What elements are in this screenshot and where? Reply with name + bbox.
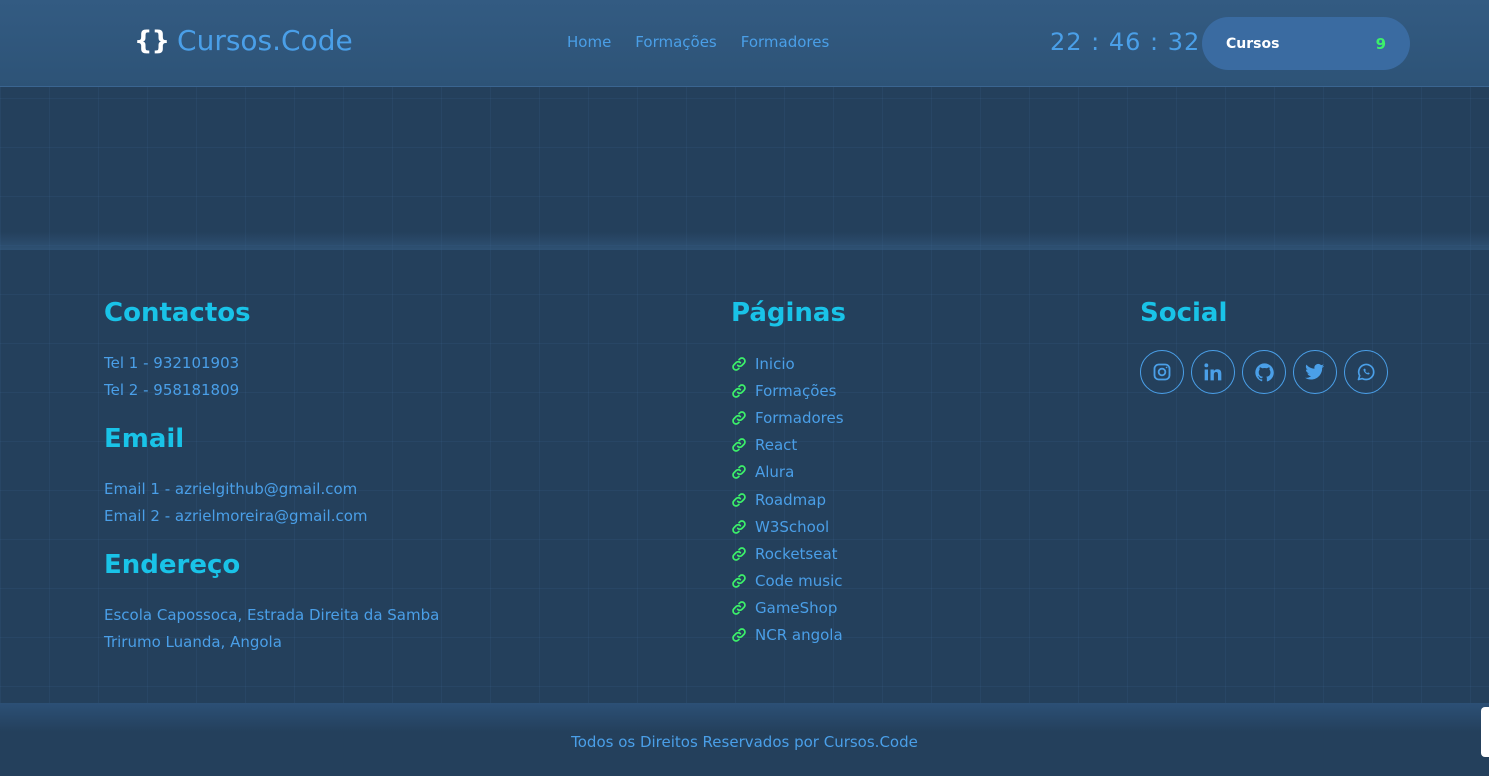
main-nav: Home Formações Formadores [567,33,829,51]
address-line-2: Trirumo Luanda, Angola [104,633,282,651]
copyright-text: Todos os Direitos Reservados por Cursos.… [571,733,918,751]
cursos-button[interactable]: Cursos 9 [1202,17,1410,70]
social-heading: Social [1140,298,1228,328]
cursos-button-label: Cursos [1226,35,1280,52]
link-icon [732,411,746,425]
phone-2: Tel 2 - 958181809 [104,381,240,399]
link-icon [732,519,746,534]
link-icon [732,492,746,507]
github-button[interactable] [1242,350,1286,394]
email-heading: Email [104,424,185,454]
footer-bar: Todos os Direitos Reservados por Cursos.… [0,703,1489,776]
contacts-column: Contactos Tel 1 - 932101903 Tel 2 - 9581… [104,298,439,656]
nav-formacoes[interactable]: Formações [635,33,716,51]
link-icon [732,383,746,398]
linkedin-icon [1204,363,1222,381]
page-link-label: W3School [755,517,830,536]
link-icon [732,356,746,371]
page-link-label: NCR angola [755,626,843,645]
social-column: Social [1140,298,1388,394]
instagram-icon [1153,363,1171,381]
address-line-1: Escola Capossoca, Estrada Direita da Sam… [104,606,440,624]
pages-column: Páginas Inicio Formações Formadores React Al… [731,298,846,649]
page-link-item[interactable]: Roadmap [731,486,846,513]
page-link-item[interactable]: Code music [731,568,846,595]
github-icon [1254,362,1274,381]
page-link-item[interactable]: NCR angola [731,622,846,649]
page-link-item[interactable]: Inicio [731,350,846,377]
page-link-label: React [755,436,798,455]
section-divider [0,232,1489,250]
page-links-list: Inicio Formações Formadores React Alura Roadm… [731,350,846,649]
link-icon [732,628,746,643]
page-link-item[interactable]: Alura [731,459,846,486]
digital-clock: 22 : 46 : 32 [1050,28,1201,56]
link-icon [732,465,746,480]
link-icon [732,547,746,561]
page-link-label: Alura [755,463,795,482]
whatsapp-button[interactable] [1344,350,1388,394]
phone-list: Tel 1 - 932101903 Tel 2 - 958181809 [104,350,439,404]
address-list: Escola Capossoca, Estrada Direita da Sam… [104,602,439,656]
page-link-item[interactable]: Formadores [731,404,846,431]
whatsapp-icon [1357,363,1375,381]
cursos-count-badge: 9 [1375,34,1386,53]
page-link-label: Code music [755,572,843,591]
twitter-button[interactable] [1293,350,1337,394]
nav-formadores[interactable]: Formadores [741,33,830,51]
instagram-button[interactable] [1140,350,1184,394]
page-link-label: Formadores [755,408,844,427]
phone-1: Tel 1 - 932101903 [104,354,240,372]
brand-name: Cursos.Code [177,24,353,57]
link-icon [732,574,746,588]
page-link-item[interactable]: W3School [731,513,846,540]
social-buttons [1140,350,1388,394]
pages-heading: Páginas [731,298,846,328]
email-1: Email 1 - azrielgithub@gmail.com [104,480,358,498]
page-link-item[interactable]: Rocketseat [731,540,846,567]
page-link-label: Formações [755,381,837,400]
page-link-label: Inicio [755,354,795,373]
page-link-label: Rocketseat [755,544,838,563]
curly-braces-icon: {} [134,25,170,56]
page-link-item[interactable]: React [731,432,846,459]
nav-home[interactable]: Home [567,33,611,51]
page-link-item[interactable]: Formações [731,377,846,404]
page-link-item[interactable]: GameShop [731,595,846,622]
email-2: Email 2 - azrielmoreira@gmail.com [104,507,368,525]
contacts-heading: Contactos [104,298,251,328]
address-heading: Endereço [104,550,241,580]
brand-logo[interactable]: {} Cursos.Code [134,24,353,57]
side-widget-tab[interactable] [1481,707,1489,757]
email-list: Email 1 - azrielgithub@gmail.com Email 2… [104,476,439,530]
link-icon [732,601,746,616]
twitter-icon [1305,363,1325,380]
page-link-label: GameShop [755,599,838,618]
page-link-label: Roadmap [755,490,826,509]
linkedin-button[interactable] [1191,350,1235,394]
link-icon [732,438,746,452]
top-navbar: {} Cursos.Code Home Formações Formadores… [0,0,1489,87]
